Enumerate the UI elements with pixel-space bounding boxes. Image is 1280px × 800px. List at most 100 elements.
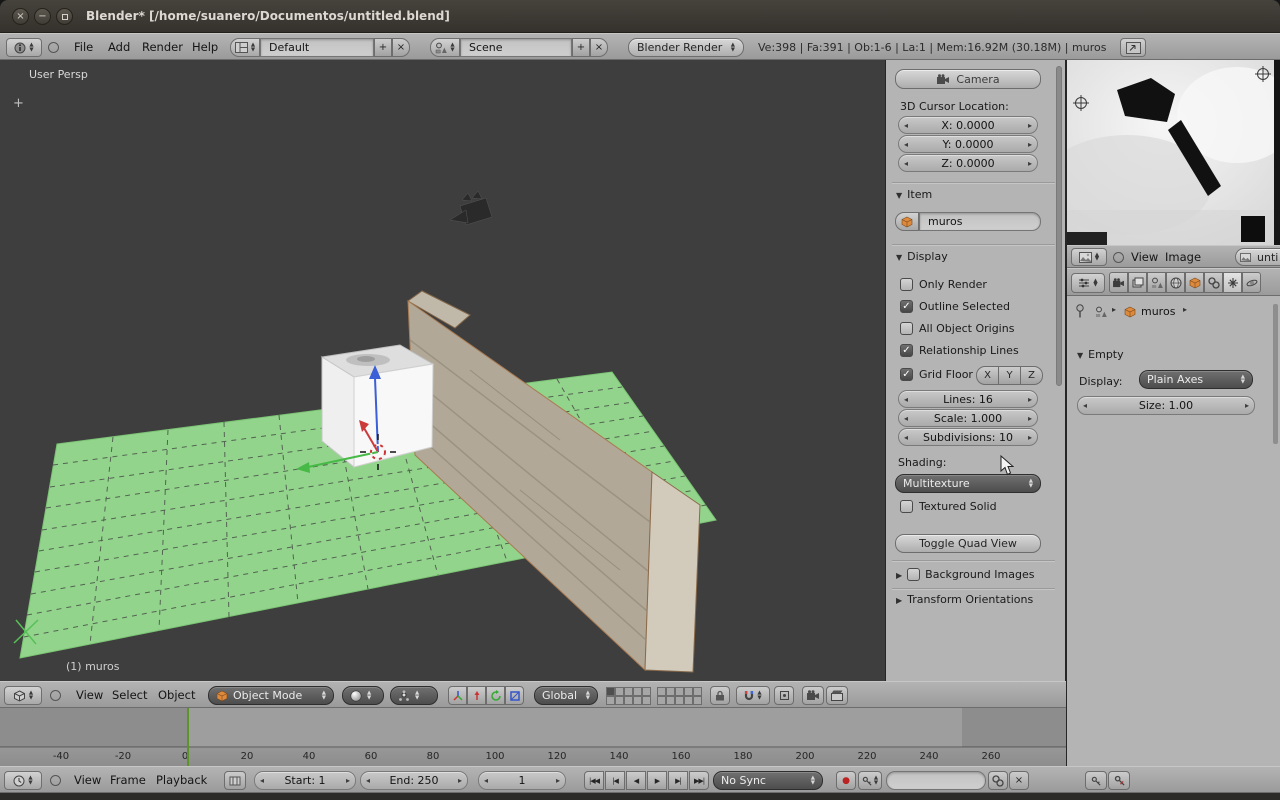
screen-layout-name-field[interactable]: Default [260, 38, 374, 57]
camera-object[interactable] [450, 191, 492, 225]
rotate-manipulator-button[interactable] [486, 686, 505, 705]
cursor-y-field[interactable]: Y: 0.0000 [898, 135, 1038, 153]
checkbox-icon[interactable] [907, 568, 920, 581]
timeline-ruler[interactable]: -40 -20 0 20 40 60 80 100 120 140 160 18… [0, 747, 1066, 766]
transform-orientations-panel-header[interactable]: Transform Orientations [896, 593, 1033, 606]
layer-cell-active[interactable] [606, 687, 615, 696]
pivot-point-select[interactable] [390, 686, 438, 705]
grid-floor-checkbox[interactable]: Grid Floor [900, 368, 973, 381]
tab-physics[interactable] [1242, 272, 1261, 293]
object-datablock-icon-button[interactable] [895, 212, 919, 231]
outline-selected-checkbox[interactable]: Outline Selected [900, 300, 1010, 313]
grid-axis-x-toggle[interactable]: X [976, 366, 999, 385]
cursor-x-field[interactable]: X: 0.0000 [898, 116, 1038, 134]
menu-collapse-toggle[interactable] [1113, 252, 1124, 263]
menu-view[interactable]: View [76, 682, 103, 709]
menu-help[interactable]: Help [192, 34, 218, 61]
object-name-field[interactable]: muros [919, 212, 1041, 231]
menu-frame[interactable]: Frame [110, 767, 146, 794]
image-datablock-selector[interactable]: unti [1235, 248, 1280, 266]
keying-set-field[interactable] [886, 771, 986, 790]
toggle-quad-view-button[interactable]: Toggle Quad View [895, 534, 1041, 553]
editor-type-selector-timeline[interactable] [4, 771, 42, 790]
breadcrumb-object-name[interactable]: muros [1141, 305, 1175, 318]
snap-element-button[interactable] [774, 686, 794, 705]
wall-object[interactable] [408, 291, 700, 672]
pin-icon[interactable] [1075, 304, 1085, 319]
only-render-checkbox[interactable]: Only Render [900, 278, 987, 291]
menu-collapse-toggle[interactable] [50, 690, 61, 701]
menu-collapse-toggle[interactable] [50, 775, 61, 786]
scene-name-field[interactable]: Scene [460, 38, 572, 57]
editor-type-selector-properties[interactable] [1071, 273, 1105, 293]
empty-display-type-select[interactable]: Plain Axes [1139, 370, 1253, 389]
manipulator-toggle-button[interactable] [448, 686, 467, 705]
layers-widget-left[interactable] [606, 687, 651, 705]
editor-type-selector-3dview[interactable] [4, 686, 42, 705]
opengl-render-button[interactable] [802, 686, 824, 705]
uv-image-editor[interactable] [1067, 60, 1280, 245]
window-minimize-button[interactable]: − [34, 8, 51, 25]
menu-collapse-toggle[interactable] [48, 42, 59, 53]
keyframe-delete-menu-button[interactable] [1108, 771, 1130, 790]
scale-manipulator-button[interactable] [505, 686, 524, 705]
menu-render[interactable]: Render [142, 34, 183, 61]
relationship-lines-checkbox[interactable]: Relationship Lines [900, 344, 1019, 357]
auto-key-mode-select[interactable] [858, 771, 882, 790]
jump-next-keyframe-button[interactable]: ▶| [668, 771, 688, 790]
menu-object[interactable]: Object [158, 682, 195, 709]
grid-subdivisions-field[interactable]: Subdivisions: 10 [898, 428, 1038, 446]
menu-add[interactable]: Add [108, 34, 130, 61]
textured-solid-checkbox[interactable]: Textured Solid [900, 500, 997, 513]
add-screen-layout-button[interactable]: + [374, 38, 392, 57]
current-frame-line[interactable] [187, 708, 189, 766]
delete-keyframe-button[interactable]: × [1009, 771, 1029, 790]
show-seconds-toggle[interactable] [224, 771, 246, 790]
background-images-panel-header[interactable]: Background Images [896, 568, 1034, 581]
play-reverse-button[interactable]: ◀ [626, 771, 646, 790]
properties-scrollbar[interactable] [1273, 304, 1278, 444]
tab-constraints[interactable] [1204, 272, 1223, 293]
menu-select[interactable]: Select [112, 682, 147, 709]
editor-type-selector-info[interactable] [6, 38, 42, 57]
window-maximize-button[interactable] [56, 8, 73, 25]
maximize-area-button[interactable] [1120, 38, 1146, 57]
empty-size-field[interactable]: Size: 1.00 [1077, 396, 1255, 415]
display-panel-header[interactable]: Display [896, 250, 948, 263]
grid-lines-field[interactable]: Lines: 16 [898, 390, 1038, 408]
opengl-render-anim-button[interactable] [826, 686, 848, 705]
viewport-shading-select[interactable] [342, 686, 384, 705]
tab-scene[interactable] [1147, 272, 1166, 293]
menu-view[interactable]: View [1131, 246, 1158, 269]
scene-datablock-icon[interactable] [1095, 306, 1107, 318]
cursor-z-field[interactable]: Z: 0.0000 [898, 154, 1038, 172]
window-titlebar[interactable]: × − Blender* [/home/suanero/Documentos/u… [0, 0, 1280, 33]
menu-view[interactable]: View [74, 767, 101, 794]
grid-axis-y-toggle[interactable]: Y [998, 366, 1021, 385]
menu-file[interactable]: File [74, 34, 93, 61]
jump-prev-keyframe-button[interactable]: |◀ [605, 771, 625, 790]
editor-type-selector-image[interactable] [1071, 248, 1107, 266]
grid-scale-field[interactable]: Scale: 1.000 [898, 409, 1038, 427]
frame-end-field[interactable]: End: 250 [360, 771, 468, 790]
av-sync-select[interactable]: No Sync [713, 771, 823, 790]
object-cube-icon[interactable] [1124, 306, 1136, 318]
empty-panel-header[interactable]: Empty [1077, 348, 1124, 361]
menu-image[interactable]: Image [1165, 246, 1201, 269]
3d-viewport[interactable]: User Persp + (1) muros [0, 60, 886, 681]
screen-layout-browse-button[interactable] [230, 38, 260, 57]
window-close-button[interactable]: × [12, 8, 29, 25]
tab-object[interactable] [1185, 272, 1204, 293]
jump-to-start-button[interactable]: |◀◀ [584, 771, 604, 790]
all-object-origins-checkbox[interactable]: All Object Origins [900, 322, 1014, 335]
translate-manipulator-button[interactable] [467, 686, 486, 705]
tab-object-data-active[interactable] [1223, 272, 1242, 293]
insert-keyframe-button[interactable] [988, 771, 1008, 790]
interaction-mode-select[interactable]: Object Mode [208, 686, 334, 705]
transform-orientation-select[interactable]: Global [534, 686, 598, 705]
jump-to-end-button[interactable]: ▶▶| [689, 771, 709, 790]
tab-render[interactable] [1109, 272, 1128, 293]
current-frame-field[interactable]: 1 [478, 771, 566, 790]
timeline-tracks[interactable] [0, 708, 1066, 747]
keyframe-insert-menu-button[interactable] [1085, 771, 1107, 790]
